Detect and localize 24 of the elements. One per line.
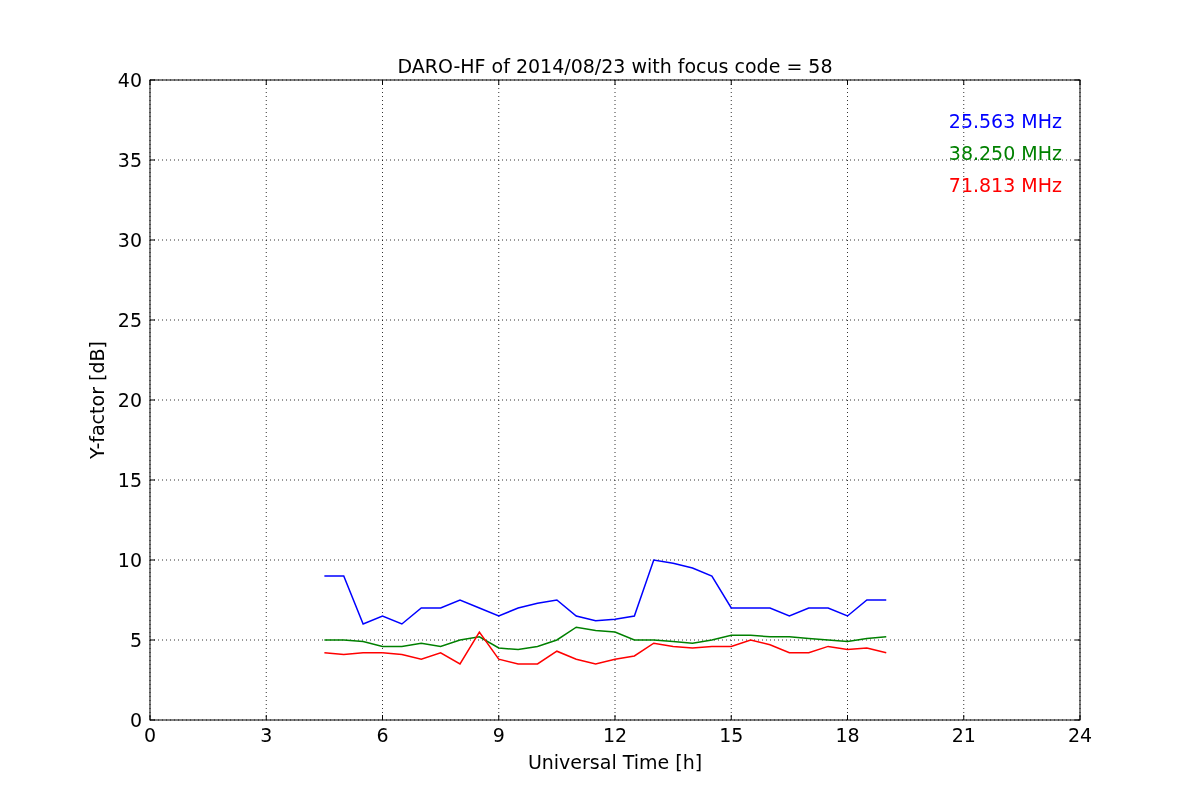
legend-entry: 25.563 MHz	[948, 110, 1062, 132]
x-axis-label: Universal Time [h]	[527, 751, 703, 773]
y-tick-label: 15	[117, 469, 142, 491]
x-tick-label: 24	[1067, 724, 1093, 746]
x-tick-label: 0	[143, 724, 157, 746]
y-tick-label: 35	[117, 149, 142, 171]
x-tick-label: 6	[376, 724, 389, 746]
y-tick-label: 0	[129, 709, 142, 731]
x-tick-label: 18	[835, 724, 860, 746]
y-tick-label: 25	[117, 309, 142, 331]
x-tick-label: 12	[602, 724, 628, 746]
y-axis-label: Y-factor [dB]	[86, 341, 108, 459]
legend-entry: 71.813 MHz	[948, 174, 1062, 196]
x-tick-label: 9	[492, 724, 505, 746]
x-tick-label: 3	[260, 724, 273, 746]
y-tick-label: 40	[117, 69, 142, 91]
x-tick-label: 15	[719, 724, 744, 746]
chart-title: DARO-HF of 2014/08/23 with focus code = 58	[397, 55, 833, 77]
y-tick-label: 20	[117, 389, 142, 411]
legend-entry: 38.250 MHz	[948, 142, 1062, 164]
y-tick-label: 30	[117, 229, 142, 251]
y-tick-label: 5	[129, 629, 142, 651]
x-tick-label: 21	[951, 724, 976, 746]
y-tick-label: 10	[117, 549, 142, 571]
